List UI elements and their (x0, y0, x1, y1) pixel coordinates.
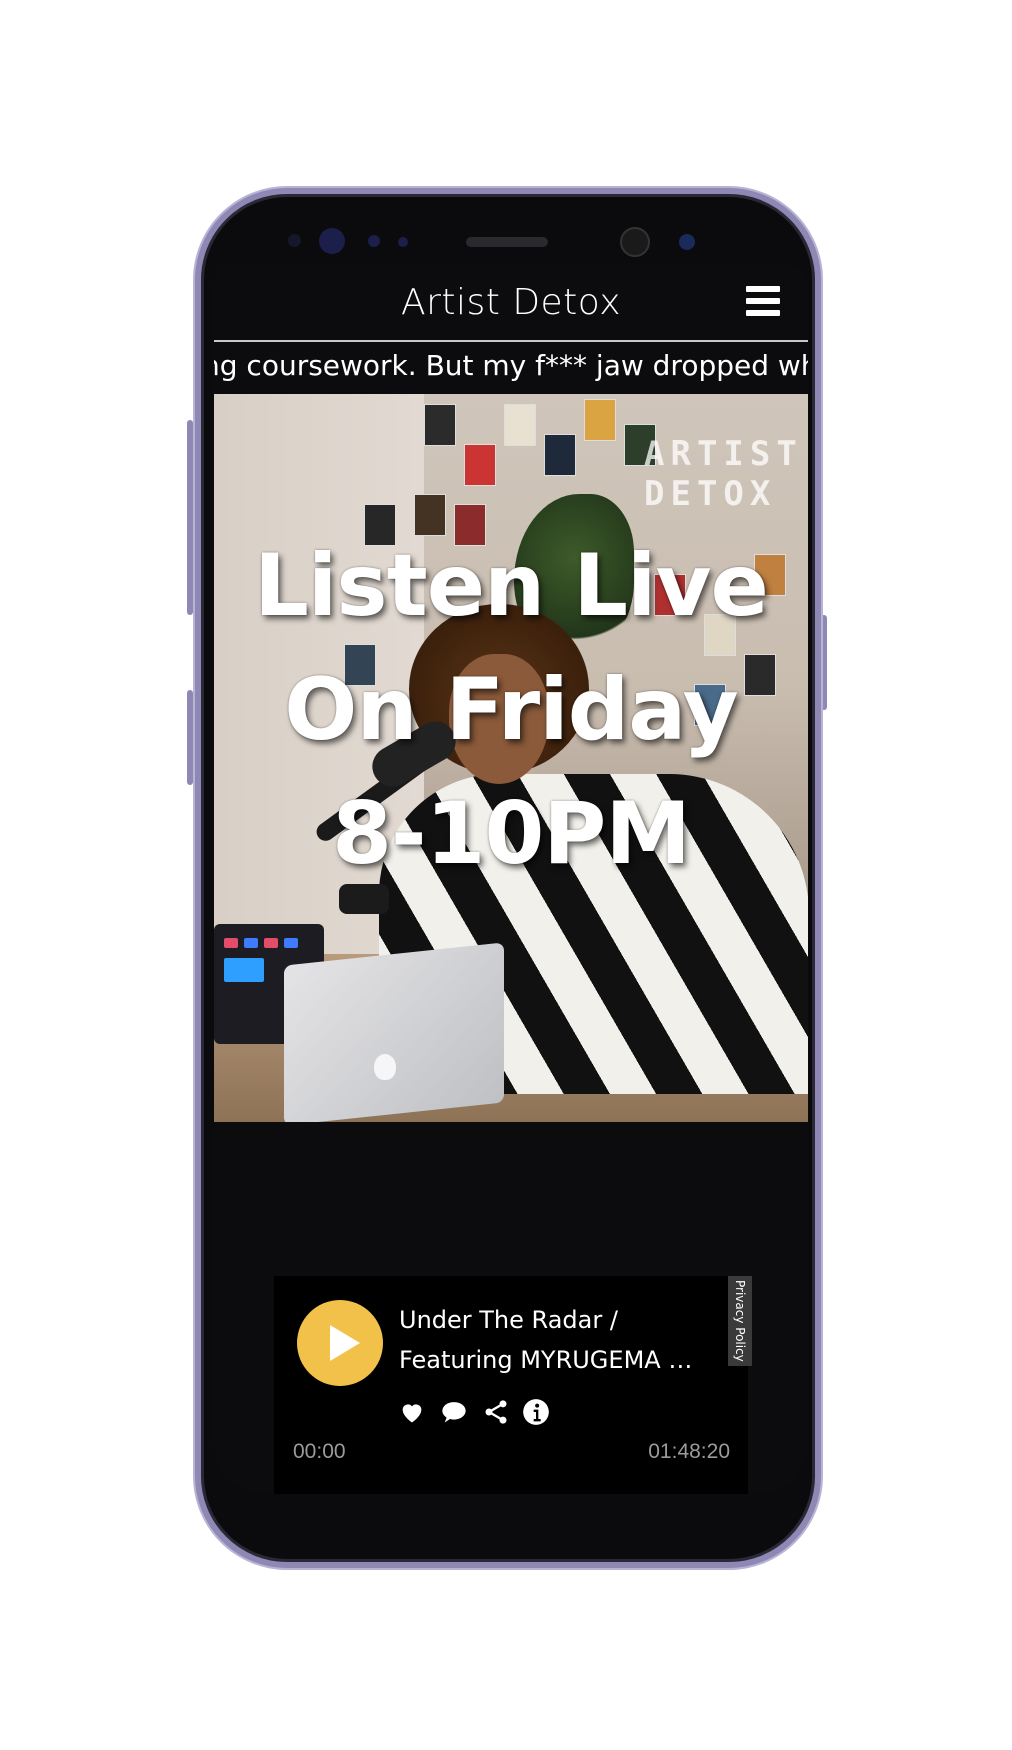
wall-poster (504, 404, 536, 446)
news-ticker[interactable]: ng coursework. But my f*** jaw dropped w… (214, 342, 808, 390)
wall-poster (424, 404, 456, 446)
menu-bar (746, 286, 780, 292)
privacy-policy-link[interactable]: Privacy Policy (728, 1276, 752, 1366)
app-header: Artist Detox (214, 264, 808, 342)
headline-line: Listen Live (254, 536, 769, 636)
wall-poster (544, 434, 576, 476)
app-title: Artist Detox (400, 282, 622, 323)
power-button (821, 615, 827, 710)
ticker-text: ng coursework. But my f*** jaw dropped w… (214, 349, 808, 382)
menu-bar (746, 298, 780, 304)
heart-icon[interactable] (398, 1398, 428, 1428)
screen: Artist Detox ng coursework. But my f*** … (214, 264, 808, 1494)
elapsed-time: 00:00 (293, 1440, 346, 1463)
iris-sensor (319, 228, 345, 254)
sensor-dot (368, 235, 380, 247)
hero-headline: Listen Live On Friday 8-10PM (214, 524, 808, 896)
proximity-sensor (679, 234, 695, 250)
headline-line: On Friday (284, 660, 738, 760)
mixer-pad (264, 938, 278, 948)
audio-player: Under The Radar / Featuring MYRUGEMA -..… (274, 1276, 752, 1494)
share-icon[interactable] (482, 1398, 512, 1428)
mixer-pad (224, 938, 238, 948)
comment-icon[interactable] (440, 1398, 470, 1428)
mixer-pad (244, 938, 258, 948)
apple-logo-icon (374, 1054, 396, 1080)
mixer-pad (284, 938, 298, 948)
info-icon[interactable] (522, 1398, 552, 1428)
front-camera (620, 227, 650, 257)
volume-down-button (187, 690, 193, 785)
volume-up-button (187, 420, 193, 615)
watermark-logo: ARTIST DETOX (644, 434, 803, 514)
phone-frame: Artist Detox ng coursework. But my f*** … (195, 188, 821, 1568)
menu-icon[interactable] (746, 286, 780, 316)
hero-image: ARTIST DETOX Listen Live On Friday 8-10P… (214, 394, 808, 1122)
earpiece-speaker (466, 237, 548, 247)
sensor-dot (288, 234, 301, 247)
track-title[interactable]: Under The Radar / Featuring MYRUGEMA -..… (399, 1300, 699, 1380)
top-bezel (201, 194, 815, 264)
track-title-line: Featuring MYRUGEMA -... (399, 1346, 699, 1374)
wall-poster (584, 399, 616, 441)
headline-line: 8-10PM (332, 784, 691, 884)
laptop (284, 942, 504, 1122)
track-title-line: Under The Radar / (399, 1306, 618, 1334)
menu-bar (746, 310, 780, 316)
sensor-dot (398, 237, 408, 247)
play-button[interactable] (297, 1300, 383, 1386)
wall-poster (464, 444, 496, 486)
mixer-screen (224, 958, 264, 982)
total-duration: 01:48:20 (648, 1440, 730, 1463)
